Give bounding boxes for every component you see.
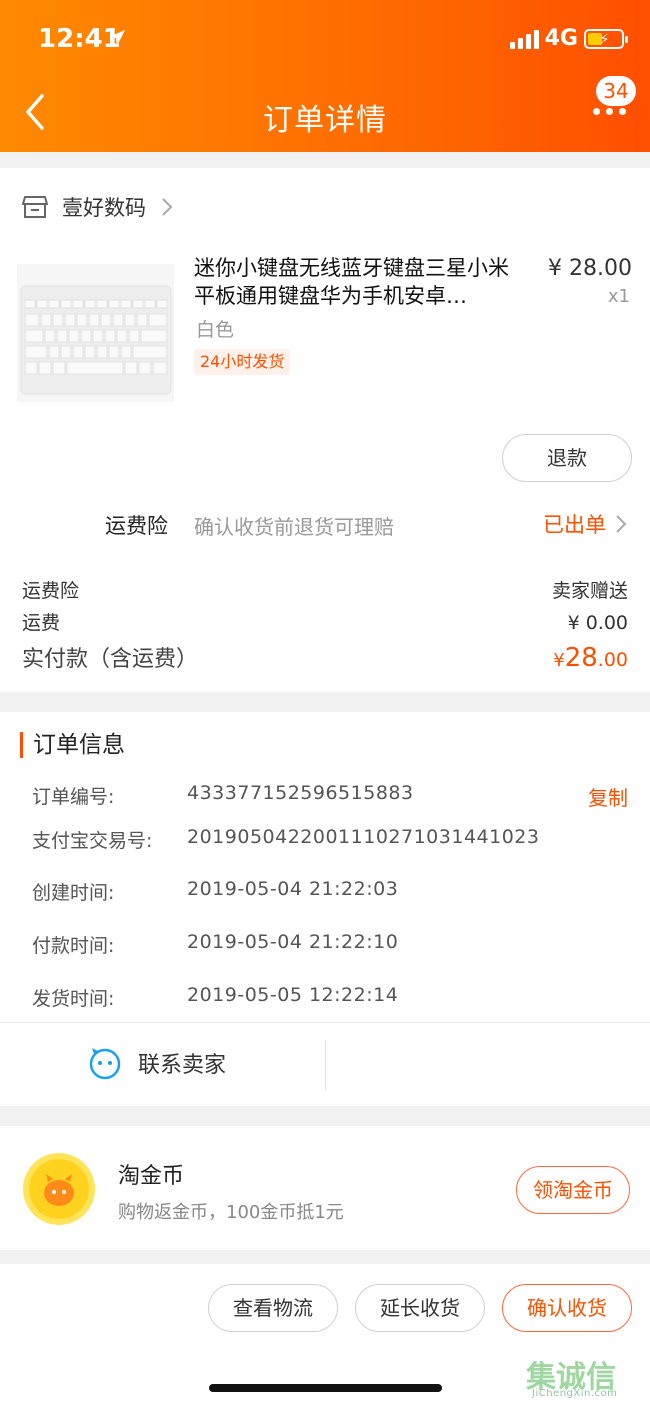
shipping-insurance-desc: 确认收货前退货可理赔 [194,515,394,539]
coins-desc: 购物返金币，100金币抵1元 [118,1202,344,1223]
status-bar: 12:41 4G ⚡ [38,24,628,58]
info-value: 2019-05-05 12:22:14 [187,984,399,1006]
chevron-right-icon [162,198,173,216]
order-detail-page: 12:41 4G ⚡ 订单详情 34 壹好数码 迷你小键盘无线蓝牙键盘三星小米平… [0,0,650,1407]
total-dec: .00 [597,649,628,671]
info-key: 订单编号: [32,786,115,808]
product-spec: 白色 [196,319,235,341]
product-image[interactable] [17,264,174,402]
product-price: ¥ 28.00 [548,256,632,281]
info-key: 创建时间: [32,882,115,904]
total-price: ¥28.00 [553,643,628,673]
network-type: 4G [544,26,578,51]
shipping-tag: 24小时发货 [194,349,291,375]
info-key: 付款时间: [32,935,115,957]
summary-insurance-value: 卖家赠送 [551,580,628,602]
info-value: 2019-05-04 21:22:10 [187,931,399,953]
signal-icon [509,29,539,49]
info-value: 433377152596515883 [187,782,414,804]
product-quantity: x1 [607,286,630,307]
page-title: 订单详情 [263,103,387,138]
info-row-created-time: 创建时间: 2019-05-04 21:22:03 [32,878,628,908]
store-icon [22,196,48,218]
chat-face-icon [89,1048,121,1080]
view-logistics-button[interactable]: 查看物流 [208,1284,338,1332]
info-key: 支付宝交易号: [32,830,153,852]
shop-name: 壹好数码 [62,196,146,220]
summary-insurance-row: 运费险 卖家赠送 [22,576,628,603]
more-icon[interactable] [593,108,626,115]
message-count-badge: 34 [596,76,636,106]
coins-title: 淘金币 [118,1164,185,1189]
total-int: 28 [564,643,598,673]
insurance-status-text: 已出单 [543,513,606,537]
copy-button[interactable]: 复制 [588,782,628,811]
summary-shipping-label: 运费 [22,612,61,634]
bottom-action-bar: 查看物流 延长收货 确认收货 集诚信 JiChengXin.com [0,1264,650,1407]
info-row-paid-time: 付款时间: 2019-05-04 21:22:10 [32,931,628,961]
info-value: 2019050422001110271031441023 [187,826,540,848]
shipping-insurance-label: 运费险 [105,514,168,538]
summary-shipping-row: 运费 ¥ 0.00 [22,608,628,635]
confirm-receipt-button[interactable]: 确认收货 [502,1284,632,1332]
refund-button[interactable]: 退款 [502,434,632,482]
location-arrow-icon [109,30,125,46]
watermark: 集诚信 JiChengXin.com [526,1352,644,1404]
claim-coins-button[interactable]: 领淘金币 [516,1166,630,1214]
extend-receipt-button[interactable]: 延长收货 [355,1284,485,1332]
total-currency: ¥ [553,650,565,671]
info-row-shipped-time: 发货时间: 2019-05-05 12:22:14 [32,984,628,1014]
product-title[interactable]: 迷你小键盘无线蓝牙键盘三星小米平板通用键盘华为手机安卓… [194,254,524,310]
chevron-right-icon [616,515,627,533]
shipping-insurance-status[interactable]: 已出单 [543,509,628,539]
status-right: 4G ⚡ [509,26,628,51]
contact-seller-button[interactable]: 联系卖家 [88,1046,226,1080]
order-info-card: 订单信息 订单编号: 433377152596515883 复制 支付宝交易号:… [0,712,650,1106]
watermark-sub: JiChengXin.com [532,1388,618,1399]
summary-total-row: 实付款（含运费） ¥28.00 [22,641,628,673]
section-title: 订单信息 [20,732,125,758]
gold-coin-icon [23,1153,95,1225]
taobao-coins-card: 淘金币 购物返金币，100金币抵1元 领淘金币 [0,1126,650,1250]
summary-shipping-value: ¥ 0.00 [567,612,628,634]
product-card: 壹好数码 迷你小键盘无线蓝牙键盘三星小米平板通用键盘华为手机安卓… ¥ 28.0… [0,168,650,692]
info-key: 发货时间: [32,988,115,1010]
contact-seller-label: 联系卖家 [138,1053,227,1078]
info-row-order-number: 订单编号: 433377152596515883 复制 [32,782,628,812]
summary-total-label: 实付款（含运费） [22,647,199,672]
home-indicator [209,1384,442,1392]
header: 12:41 4G ⚡ 订单详情 34 [0,0,650,152]
info-row-alipay-number: 支付宝交易号: 2019050422001110271031441023 [32,826,628,856]
divider [0,1022,650,1023]
shop-link[interactable]: 壹好数码 [22,192,174,222]
vertical-divider [325,1040,326,1090]
info-value: 2019-05-04 21:22:03 [187,878,399,900]
summary-insurance-label: 运费险 [22,580,80,602]
battery-icon: ⚡ [584,28,628,49]
